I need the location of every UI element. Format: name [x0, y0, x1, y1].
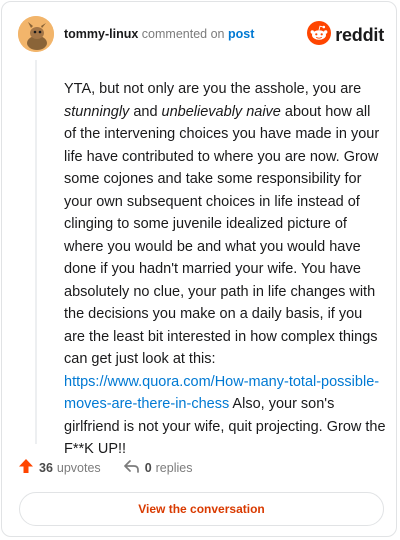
- thread-line[interactable]: [35, 60, 37, 444]
- comment-text-3: about how all of the intervening choices…: [64, 103, 380, 368]
- post-link[interactable]: post: [228, 27, 254, 41]
- reply-icon[interactable]: [123, 459, 140, 477]
- reply-action[interactable]: 0 replies: [123, 459, 193, 477]
- comment-card: tommy-linux commented on post reddit YTA…: [1, 1, 397, 537]
- comment-emphasis-2: unbelievably naive: [161, 103, 281, 120]
- avatar[interactable]: [18, 16, 54, 52]
- reddit-wordmark: reddit: [335, 25, 384, 45]
- reddit-logo-icon: [307, 21, 332, 50]
- upvote-arrow-icon[interactable]: [18, 458, 34, 477]
- comment-body: YTA, but not only are you the asshole, y…: [64, 78, 386, 461]
- comment-header: tommy-linux commented on post: [64, 26, 254, 42]
- reddit-brand[interactable]: reddit: [307, 21, 384, 50]
- comment-emphasis-1: stunningly: [64, 103, 130, 120]
- reply-label: replies: [155, 460, 193, 475]
- comment-actions: 36 upvotes 0 replies: [18, 458, 192, 477]
- commented-on-text: commented on: [141, 27, 225, 41]
- upvote-action[interactable]: 36 upvotes: [18, 458, 101, 477]
- comment-text-2: and: [129, 103, 162, 120]
- username[interactable]: tommy-linux: [64, 27, 138, 41]
- comment-text-1: YTA, but not only are you the asshole, y…: [64, 81, 362, 97]
- view-conversation-button[interactable]: View the conversation: [19, 492, 384, 526]
- upvote-count: 36: [39, 460, 53, 475]
- upvote-label: upvotes: [56, 460, 101, 475]
- reply-count: 0: [144, 460, 152, 475]
